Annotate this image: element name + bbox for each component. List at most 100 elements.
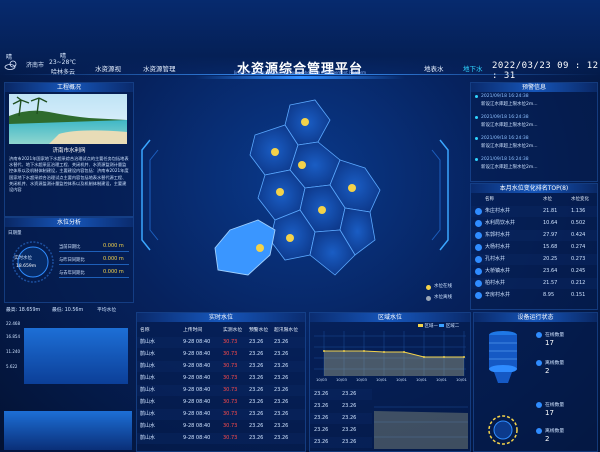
table-row[interactable]: 柏村水井 21.57 0.212 xyxy=(471,278,597,289)
cell-change: 0.245 xyxy=(571,268,586,274)
station-marker[interactable] xyxy=(276,188,284,196)
analysis-item-bar xyxy=(59,264,129,265)
cell-b: 23.26 xyxy=(342,439,357,445)
realtime-header: 名称 上传时间 实测水位 预警水位 超汛限水位 xyxy=(137,325,305,336)
mini-tick: 5.622 xyxy=(6,364,18,369)
cell-flood: 23.26 xyxy=(274,339,289,345)
cell-measured: 30.73 xyxy=(223,339,238,345)
table-row[interactable]: 鹊山水 9-28 08:40 30.73 23.26 23.26 xyxy=(137,421,305,432)
station-marker[interactable] xyxy=(271,148,279,156)
station-marker[interactable] xyxy=(348,184,356,192)
cell-warning: 23.26 xyxy=(249,435,264,441)
table-row[interactable]: 鹊山水 9-28 08:40 30.73 23.26 23.26 xyxy=(137,373,305,384)
water-tank-icon xyxy=(489,331,517,383)
station-marker[interactable] xyxy=(318,206,326,214)
table-row[interactable]: 孔村水井 20.25 0.273 xyxy=(471,254,597,265)
table-row[interactable]: 水利局饮水井 10.64 0.502 xyxy=(471,218,597,229)
table-row[interactable]: 23.26 23.26 xyxy=(310,437,372,448)
device-stat-value: 2 xyxy=(545,367,550,375)
table-row[interactable]: 鹊山水 9-28 08:40 30.73 23.26 23.26 xyxy=(137,349,305,360)
table-row[interactable]: 23.26 23.26 xyxy=(310,389,372,400)
cell-b: 23.26 xyxy=(342,403,357,409)
rank-icon xyxy=(475,244,482,251)
table-row[interactable]: 大桥镇水井 23.64 0.245 xyxy=(471,266,597,277)
x-tick: 10/01 xyxy=(396,377,407,382)
station-marker[interactable] xyxy=(286,234,294,242)
table-row[interactable]: 鹊山水 9-28 08:40 30.73 23.26 23.26 xyxy=(137,409,305,420)
cell-flood: 23.26 xyxy=(274,363,289,369)
alerts-panel: 预警信息 2021/09/18 16:24:38 新设江水库超上限水位2m...… xyxy=(470,82,598,182)
cell-warning: 23.26 xyxy=(249,339,264,345)
table-row[interactable]: 朱庄村水井 21.81 1.136 xyxy=(471,206,597,217)
analysis-item-value: 0.000 m xyxy=(103,243,124,249)
cell-flood: 23.26 xyxy=(274,423,289,429)
status-icon xyxy=(536,332,542,338)
x-tick: 10/03 xyxy=(356,377,367,382)
cell-flood: 23.26 xyxy=(274,411,289,417)
cell-name: 鹊山水 xyxy=(140,411,156,417)
overview-text: 济南市2021年国家地下水超采综合治理试点的主要任务包括地表水替代、地下水超采区… xyxy=(9,156,129,193)
cell-time: 9-28 08:40 xyxy=(183,411,211,417)
device-stat-label: 离线数量 xyxy=(545,361,565,366)
analysis-item-bar xyxy=(59,277,129,278)
col-time: 上传时间 xyxy=(183,328,203,333)
cell-time: 9-28 08:40 xyxy=(183,375,211,381)
cell-measured: 30.73 xyxy=(223,375,238,381)
cell-a: 23.26 xyxy=(314,415,329,421)
cell-name: 水利局饮水井 xyxy=(485,220,516,226)
cell-measured: 30.73 xyxy=(223,423,238,429)
table-row[interactable]: 鹊山水 9-28 08:40 30.73 23.26 23.26 xyxy=(137,433,305,444)
cell-flood: 23.26 xyxy=(274,387,289,393)
cell-change: 0.424 xyxy=(571,232,586,238)
mini-chart: 22.468 16.854 11.240 5.622 xyxy=(4,316,132,450)
station-marker[interactable] xyxy=(298,161,306,169)
table-row[interactable]: 鹊山水 9-28 08:40 30.73 23.26 23.26 xyxy=(137,385,305,396)
status-icon xyxy=(536,360,542,366)
cell-warning: 23.26 xyxy=(249,423,264,429)
nav-water-view[interactable]: 水资源视 xyxy=(95,63,121,73)
nav-surface-water[interactable]: 地表水 xyxy=(424,63,444,73)
table-row[interactable]: 23.26 23.26 xyxy=(310,413,372,424)
top-rows: 朱庄村水井 21.81 1.136 水利局饮水井 10.64 0.502 东郭村水井 27… xyxy=(471,206,597,309)
mini-tick: 22.468 xyxy=(6,321,20,326)
table-row[interactable]: 鹊山水 9-28 08:40 30.73 23.26 23.26 xyxy=(137,337,305,348)
cell-change: 0.502 xyxy=(571,220,586,226)
analysis-item-value: 0.000 m xyxy=(103,269,124,275)
alert-item[interactable]: 2021/09/18 16:24:38 新设江水库超上限水位2m... xyxy=(475,94,593,115)
nav-water-mgmt[interactable]: 水资源管理 xyxy=(143,63,176,73)
cell-name: 大桥镇水井 xyxy=(485,268,511,274)
wl-max: 最高: 18.659m xyxy=(6,308,41,313)
table-row[interactable]: 辛房村水井 8.95 0.151 xyxy=(471,290,597,301)
col-warning: 预警水位 xyxy=(249,328,269,333)
analysis-panel: 水位分析 日期量 实时水位 18.659m 当前日期比 0.000 m 与昨日同… xyxy=(4,217,134,303)
table-row[interactable]: 鹊山水 9-28 08:40 30.73 23.26 23.26 xyxy=(137,361,305,372)
station-marker[interactable] xyxy=(301,118,309,126)
alert-item[interactable]: 2021/09/18 16:24:38 新设江水库超上限水位2m... xyxy=(475,136,593,157)
table-row[interactable]: 东郭村水井 27.97 0.424 xyxy=(471,230,597,241)
table-row[interactable]: 23.26 23.26 xyxy=(310,425,372,436)
device-ring xyxy=(488,415,518,445)
cell-time: 9-28 08:40 xyxy=(183,351,211,357)
cell-level: 21.81 xyxy=(543,208,558,214)
legend-region-1: 区域一 xyxy=(424,324,438,329)
cell-flood: 23.26 xyxy=(274,375,289,381)
cell-a: 23.26 xyxy=(314,427,329,433)
alert-item[interactable]: 2021/09/18 16:24:38 新设江水库超上限水位2m... xyxy=(475,157,593,178)
x-tick: 10/01 xyxy=(416,377,427,382)
alert-item[interactable]: 2021/09/18 16:24:38 新设江水库超上限水位2m... xyxy=(475,115,593,136)
table-row[interactable]: 鹊山水 9-28 08:40 30.73 23.26 23.26 xyxy=(137,397,305,408)
map-area: 水位在线 水位离线 xyxy=(140,80,452,305)
station-marker[interactable] xyxy=(256,244,264,252)
table-row[interactable]: 大杨村水井 15.68 0.274 xyxy=(471,242,597,253)
realtime-rows: 鹊山水 9-28 08:40 30.73 23.26 23.26 鹊山水 9-28 08:… xyxy=(137,337,305,451)
alert-dot xyxy=(475,116,478,119)
wl-average: 平均水位 xyxy=(97,308,117,313)
device-stat-label: 在线数量 xyxy=(545,403,565,408)
device-stat-value: 17 xyxy=(545,409,554,417)
device-stat: 离线数量 2 xyxy=(536,427,594,449)
nav-ground-water[interactable]: 地下水 xyxy=(463,63,483,73)
cell-time: 9-28 08:40 xyxy=(183,399,211,405)
device-stat: 在线数量 17 xyxy=(536,401,594,423)
cell-time: 9-28 08:40 xyxy=(183,363,211,369)
table-row[interactable]: 23.26 23.26 xyxy=(310,401,372,412)
